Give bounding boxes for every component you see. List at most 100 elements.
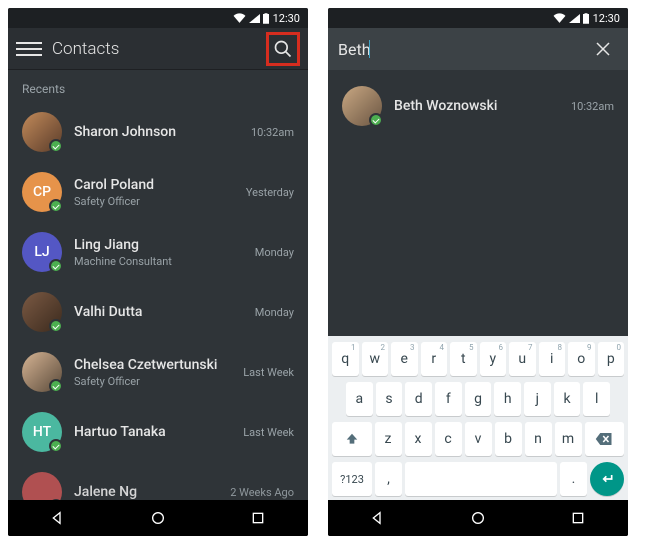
search-bar: Beth: [328, 28, 628, 70]
contact-name: Sharon Johnson: [74, 124, 239, 140]
presence-badge: [49, 199, 63, 213]
key-e[interactable]: e3: [391, 342, 418, 376]
key-c[interactable]: c: [435, 422, 462, 456]
search-icon: [273, 39, 293, 59]
contact-list[interactable]: Sharon Johnson 10:32am CP Carol Poland S…: [8, 102, 308, 500]
avatar: CP: [22, 172, 62, 212]
battery-icon: [263, 13, 269, 24]
android-nav-bar: [328, 500, 628, 536]
presence-badge: [49, 499, 63, 500]
page-title: Contacts: [52, 39, 266, 59]
key-y[interactable]: y6: [480, 342, 507, 376]
contact-subtitle: Safety Officer: [74, 195, 234, 208]
comma-key[interactable]: ,: [375, 462, 402, 496]
android-nav-bar: [8, 500, 308, 536]
avatar: [22, 472, 62, 500]
enter-key[interactable]: [590, 462, 624, 496]
search-input-value[interactable]: Beth: [338, 40, 371, 59]
key-b[interactable]: b: [495, 422, 522, 456]
key-h[interactable]: h: [494, 382, 521, 416]
status-time: 12:30: [273, 12, 300, 25]
search-results[interactable]: Beth Woznowski 10:32am: [328, 70, 628, 336]
contact-name: Ling Jiang: [74, 237, 243, 253]
key-o[interactable]: o9: [568, 342, 595, 376]
nav-recent-button[interactable]: [238, 506, 278, 530]
key-z[interactable]: z: [375, 422, 402, 456]
enter-icon: [599, 471, 615, 487]
space-key[interactable]: [405, 462, 557, 496]
key-s[interactable]: s: [376, 382, 403, 416]
key-x[interactable]: x: [405, 422, 432, 456]
contact-row[interactable]: Jalene Ng 2 Weeks Ago: [8, 462, 308, 500]
search-button[interactable]: [266, 32, 300, 66]
contact-time: 2 Weeks Ago: [230, 486, 294, 499]
contact-subtitle: Machine Consultant: [74, 255, 243, 268]
on-screen-keyboard: q1w2e3r4t5y6u7i8o9p0 asdfghjkl zxcvbnm ?…: [328, 336, 628, 500]
presence-badge: [49, 259, 63, 273]
contact-row[interactable]: Valhi Dutta Monday: [8, 282, 308, 342]
battery-icon: [583, 13, 589, 24]
contact-row[interactable]: Beth Woznowski 10:32am: [328, 70, 628, 136]
nav-home-button[interactable]: [458, 506, 498, 530]
key-i[interactable]: i8: [539, 342, 566, 376]
presence-badge: [49, 439, 63, 453]
shift-icon: [345, 432, 359, 446]
contact-time: Monday: [255, 246, 294, 259]
presence-badge: [49, 379, 63, 393]
nav-home-button[interactable]: [138, 506, 178, 530]
avatar: [342, 86, 382, 126]
key-j[interactable]: j: [524, 382, 551, 416]
period-key[interactable]: .: [560, 462, 587, 496]
key-t[interactable]: t5: [450, 342, 477, 376]
status-time: 12:30: [593, 12, 620, 25]
key-d[interactable]: d: [405, 382, 432, 416]
avatar: [22, 352, 62, 392]
shift-key[interactable]: [332, 422, 372, 456]
contact-time: Monday: [255, 306, 294, 319]
presence-badge: [49, 319, 63, 333]
contact-time: Last Week: [243, 366, 294, 379]
contact-name: Hartuo Tanaka: [74, 424, 231, 440]
key-g[interactable]: g: [465, 382, 492, 416]
key-w[interactable]: w2: [362, 342, 389, 376]
contact-time: 10:32am: [571, 100, 614, 113]
nav-back-button[interactable]: [358, 506, 398, 530]
app-bar: Contacts: [8, 28, 308, 70]
contact-row[interactable]: LJ Ling Jiang Machine Consultant Monday: [8, 222, 308, 282]
key-n[interactable]: n: [525, 422, 552, 456]
key-u[interactable]: u7: [509, 342, 536, 376]
key-v[interactable]: v: [465, 422, 492, 456]
key-p[interactable]: p0: [598, 342, 625, 376]
contact-name: Valhi Dutta: [74, 304, 243, 320]
nav-recent-button[interactable]: [558, 506, 598, 530]
contact-row[interactable]: CP Carol Poland Safety Officer Yesterday: [8, 162, 308, 222]
nav-back-button[interactable]: [38, 506, 78, 530]
status-bar: 12:30: [8, 8, 308, 28]
key-l[interactable]: l: [583, 382, 610, 416]
avatar: HT: [22, 412, 62, 452]
contact-time: Last Week: [243, 426, 294, 439]
key-a[interactable]: a: [346, 382, 373, 416]
key-f[interactable]: f: [435, 382, 462, 416]
symbols-key[interactable]: ?123: [332, 462, 372, 496]
contact-row[interactable]: Chelsea Czetwertunski Safety Officer Las…: [8, 342, 308, 402]
key-q[interactable]: q1: [332, 342, 359, 376]
contact-row[interactable]: HT Hartuo Tanaka Last Week: [8, 402, 308, 462]
phone-contacts: 12:30 Contacts Recents Sharon Johnson 10…: [8, 8, 308, 536]
contact-time: 10:32am: [251, 126, 294, 139]
menu-button[interactable]: [16, 36, 42, 62]
contact-name: Carol Poland: [74, 177, 234, 193]
signal-icon: [249, 14, 260, 23]
contact-name: Beth Woznowski: [394, 98, 559, 114]
contact-subtitle: Safety Officer: [74, 375, 231, 388]
key-k[interactable]: k: [554, 382, 581, 416]
section-header-recents: Recents: [8, 70, 308, 102]
close-icon: [594, 40, 612, 58]
signal-icon: [569, 14, 580, 23]
key-m[interactable]: m: [555, 422, 582, 456]
wifi-icon: [233, 13, 246, 23]
backspace-key[interactable]: [585, 422, 625, 456]
close-button[interactable]: [588, 34, 618, 64]
key-r[interactable]: r4: [421, 342, 448, 376]
contact-row[interactable]: Sharon Johnson 10:32am: [8, 102, 308, 162]
